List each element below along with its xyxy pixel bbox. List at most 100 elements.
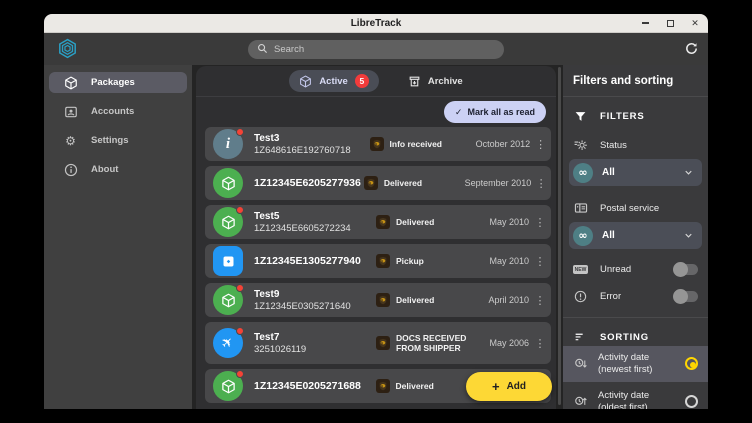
plus-icon: + [491,379,500,394]
package-avatar [213,168,243,198]
package-list-item[interactable]: Test5 1Z12345E6605272234 Delivered May 2… [205,205,551,239]
sidebar-item-label: Accounts [91,106,135,117]
flight-icon: ✈ [218,333,238,353]
package-list-item[interactable]: Test9 1Z12345E0305271640 Delivered April… [205,283,551,317]
add-package-button[interactable]: + Add [466,372,552,401]
package-avatar: i [213,128,244,159]
package-icon [299,75,312,88]
minimize-icon [641,22,649,24]
ups-carrier-icon [369,137,384,151]
sidebar-item-settings[interactable]: ⚙ Settings [49,130,187,151]
tab-active[interactable]: Active 5 [289,70,379,92]
activity-date: May 2006 [489,338,529,348]
row-menu-button[interactable]: ⋮ [529,216,551,229]
package-list-item[interactable]: i Test3 1Z648616E192760718 Info received… [205,127,551,161]
check-icon: ✓ [454,106,463,117]
infinity-icon: ∞ [573,225,593,246]
postal-service-filter-dropdown[interactable]: ∞ All [569,222,702,249]
refresh-button[interactable] [684,41,699,56]
sort-clock-ascending-icon [573,395,588,409]
row-menu-button[interactable]: ⋮ [529,255,551,268]
sort-clock-descending-icon [573,357,588,371]
package-list-item[interactable]: 1Z12345E6205277936 Delivered September 2… [205,166,551,200]
package-title: Test9 [254,288,280,300]
sidebar-item-about[interactable]: About [49,159,187,180]
status-filter-value: All [602,167,615,178]
ups-carrier-icon [376,254,390,268]
package-icon [221,379,236,394]
search-icon [257,43,268,54]
window-title: LibreTrack [350,17,402,29]
close-button[interactable]: ✕ [690,18,700,28]
status-text: Delivered [396,294,435,305]
activity-date: May 2010 [489,256,529,266]
app-window: LibreTrack ✕ Search Packages Accounts ⚙ … [44,14,708,409]
archive-icon [408,75,421,88]
package-icon [221,215,236,230]
package-list: i Test3 1Z648616E192760718 Info received… [196,127,556,403]
package-title: 1Z12345E0205271688 [254,380,361,392]
tracking-number: 1Z12345E6605272234 [254,222,351,234]
sidebar-item-label: About [91,164,119,175]
settings-gear-icon: ⚙ [65,133,76,148]
tab-archive[interactable]: Archive [408,75,463,88]
unread-dot [236,206,244,214]
new-badge-icon: NEW [573,265,588,274]
maximize-icon [666,19,674,27]
sort-option-activity-oldest[interactable]: Activity date (oldest first) [563,384,708,409]
activity-date: April 2010 [488,295,529,305]
status-text: Delivered [395,380,434,391]
error-icon [573,290,588,303]
search-input[interactable] [248,40,504,59]
row-menu-button[interactable]: ⋮ [529,294,551,307]
filters-section-header: FILTERS [573,110,698,123]
pickup-box-icon [221,254,236,269]
sidebar-item-packages[interactable]: Packages [49,72,187,93]
screen: LibreTrack ✕ Search Packages Accounts ⚙ … [0,0,752,423]
search-bar [248,39,504,59]
sort-option-activity-newest[interactable]: Activity date (newest first) [563,346,708,382]
activity-date: September 2010 [464,178,532,188]
row-menu-button[interactable]: ⋮ [531,177,551,190]
row-menu-button[interactable]: ⋮ [530,138,551,151]
postal-service-filter-row: Postal service [573,201,698,215]
mark-all-as-read-button[interactable]: ✓ Mark all as read [443,101,546,123]
chevron-down-icon [683,167,694,178]
row-menu-button[interactable]: ⋮ [529,337,551,350]
package-avatar [213,370,244,401]
tracking-number: 1Z12345E0305271640 [254,300,351,312]
tracking-number: 1Z648616E192760718 [254,144,351,156]
mark-all-label: Mark all as read [467,107,535,117]
package-avatar: ✈ [213,327,244,358]
ups-carrier-icon [376,215,390,229]
error-toggle[interactable] [673,289,698,304]
package-list-item[interactable]: ✈ Test7 3251026119 DOCS RECEIVED FROM SH… [205,322,551,364]
status-text: Delivered [396,216,435,227]
status-filter-row: Status [573,138,698,152]
activity-date: May 2010 [489,217,529,227]
unread-count-badge: 5 [354,74,369,88]
package-icon [221,293,236,308]
unread-toggle[interactable] [673,262,698,277]
minimize-button[interactable] [640,18,650,28]
unread-dot [236,370,244,378]
package-list-item[interactable]: 1Z12345E1305277940 Pickup May 2010 ⋮ [205,244,551,278]
maximize-button[interactable] [665,18,675,28]
package-icon [63,76,78,90]
status-text: DOCS RECEIVED FROM SHIPPER [396,332,467,353]
status-filter-dropdown[interactable]: ∞ All [569,159,702,186]
sidebar-item-accounts[interactable]: Accounts [49,101,187,122]
package-title: Test3 [254,132,280,144]
libretrack-logo-icon [57,38,78,59]
titlebar: LibreTrack ✕ [44,14,708,33]
scrollbar[interactable] [558,67,561,405]
ups-carrier-icon [363,176,378,190]
chevron-down-icon [683,230,694,241]
unread-filter-row: NEW Unread [573,262,698,277]
unread-dot [236,284,244,292]
add-label: Add [506,381,527,392]
accounts-icon [63,105,78,119]
sorting-section-header: SORTING [573,331,698,344]
unread-dot [236,327,244,335]
app-body: Packages Accounts ⚙ Settings About Activ… [44,65,708,409]
